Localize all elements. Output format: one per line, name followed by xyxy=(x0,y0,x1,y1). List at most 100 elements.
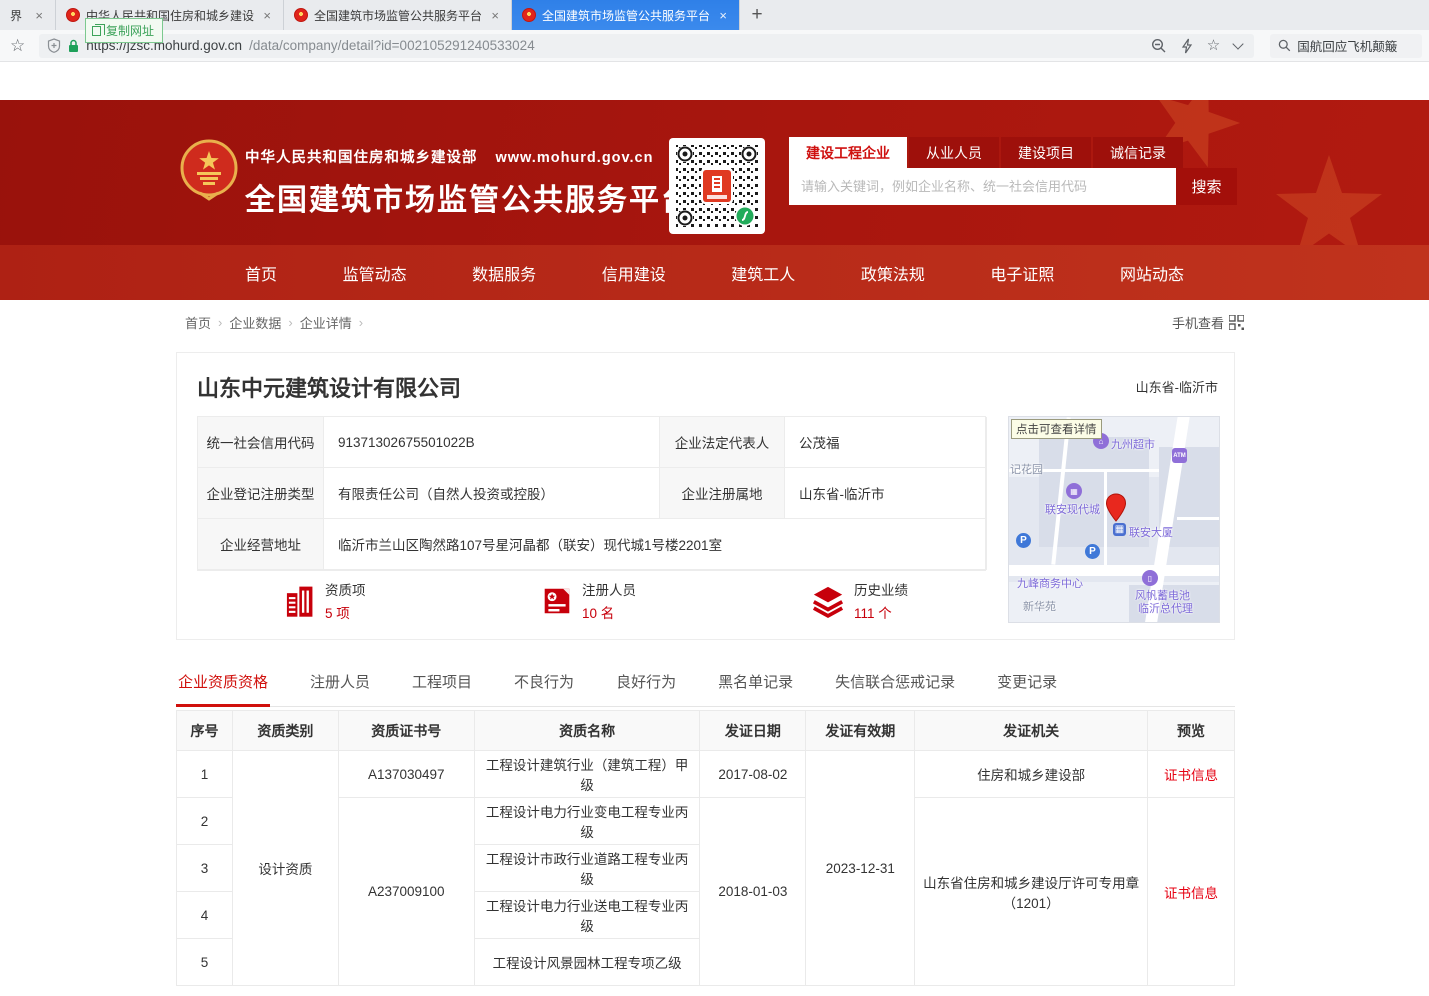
map-label-battery2: 临沂总代理 xyxy=(1138,600,1193,616)
search-category-tabs: 建设工程企业 从业人员 建设项目 诚信记录 xyxy=(789,137,1237,168)
address-bar[interactable]: https://jzsc.mohurd.gov.cn/data/company/… xyxy=(39,34,1254,58)
browser-toolbar: ☆ https://jzsc.mohurd.gov.cn/data/compan… xyxy=(0,30,1429,62)
site-brand: 中华人民共和国住房和城乡建设部www.mohurd.gov.cn 全国建筑市场监… xyxy=(245,146,693,219)
tower-poi-icon: ▦ xyxy=(1113,523,1126,536)
search-tab-personnel[interactable]: 从业人员 xyxy=(909,137,999,168)
nav-item-data[interactable]: 数据服务 xyxy=(472,261,536,285)
ministry-website: www.mohurd.gov.cn xyxy=(496,150,654,166)
address-value: 临沂市兰山区陶然路107号星河晶都（联安）现代城1号楼2201室 xyxy=(324,519,987,570)
map-label-supermarket: 九州超市 xyxy=(1111,436,1155,452)
quick-search-box[interactable]: 国航回应飞机颠簸 xyxy=(1270,34,1422,58)
nav-item-license[interactable]: 电子证照 xyxy=(990,261,1054,285)
col-header: 资质名称 xyxy=(474,711,700,751)
close-icon[interactable]: × xyxy=(261,8,273,23)
battery-poi-icon: ▯ xyxy=(1142,570,1158,586)
col-header: 资质类别 xyxy=(232,711,338,751)
nav-item-policy[interactable]: 政策法规 xyxy=(861,261,925,285)
browser-tab-bar: 界 × 中华人民共和国住房和城乡建设 × 全国建筑市场监管公共服务平台 × 全国… xyxy=(0,0,1429,30)
search-icon xyxy=(1278,39,1291,52)
parking-icon: P xyxy=(1016,533,1031,548)
new-tab-button[interactable]: + xyxy=(740,0,774,30)
zoom-out-icon[interactable] xyxy=(1151,38,1167,54)
breadcrumb: 首页› 企业数据› 企业详情› 手机查看 xyxy=(185,313,1244,332)
col-header: 资质证书号 xyxy=(338,711,474,751)
category-cell: 设计资质 xyxy=(232,751,338,986)
emblem-favicon-icon xyxy=(522,8,536,22)
field-label: 统一社会信用代码 xyxy=(198,417,324,468)
address-bar-actions: ☆ xyxy=(1151,38,1246,54)
bookmark-star-icon[interactable]: ☆ xyxy=(10,36,25,56)
nav-item-workers[interactable]: 建筑工人 xyxy=(731,261,795,285)
search-tab-credit[interactable]: 诚信记录 xyxy=(1093,137,1183,168)
tab-good-behavior[interactable]: 良好行为 xyxy=(614,665,678,706)
nav-item-news[interactable]: 网站动态 xyxy=(1120,261,1184,285)
stat-qualifications[interactable]: 资质项 5 项 xyxy=(284,579,366,622)
copy-url-tooltip: 复制网址 xyxy=(85,18,163,43)
breadcrumb-detail[interactable]: 企业详情 xyxy=(300,313,352,332)
platform-title: 全国建筑市场监管公共服务平台 xyxy=(245,175,693,219)
close-icon[interactable]: × xyxy=(489,8,501,23)
stat-history-performance[interactable]: 历史业绩 111 个 xyxy=(811,579,908,622)
search-tab-enterprise[interactable]: 建设工程企业 xyxy=(789,137,907,168)
mobile-view-label: 手机查看 xyxy=(1172,313,1224,332)
col-header: 序号 xyxy=(177,711,233,751)
company-card: 山东中元建筑设计有限公司 山东省-临沂市 统一社会信用代码 9137130267… xyxy=(176,352,1235,640)
tab-change-records[interactable]: 变更记录 xyxy=(995,665,1059,706)
search-input[interactable] xyxy=(789,168,1176,205)
layers-stat-icon xyxy=(811,584,845,618)
certificate-info-link[interactable]: 证书信息 xyxy=(1148,798,1235,986)
authority-cell: 住房和城乡建设部 xyxy=(915,751,1148,798)
parking-icon: P xyxy=(1085,544,1100,559)
breadcrumb-home[interactable]: 首页 xyxy=(185,313,211,332)
flag-star-decoration xyxy=(1269,150,1389,245)
issue-date-cell: 2017-08-02 xyxy=(700,751,806,798)
mobile-view[interactable]: 手机查看 xyxy=(1172,313,1244,332)
search-button[interactable]: 搜索 xyxy=(1176,168,1237,205)
close-icon[interactable]: × xyxy=(33,8,45,23)
breadcrumb-data[interactable]: 企业数据 xyxy=(229,313,281,332)
seq-cell: 5 xyxy=(177,939,233,986)
stat-value: 111 个 xyxy=(854,602,908,622)
cert-no-cell: A237009100 xyxy=(338,798,474,986)
qual-name-cell: 工程设计风景园林工程专项乙级 xyxy=(474,939,700,986)
location-map[interactable]: 点击可查看详情 ⌂ 九州超市 ATM 记花园 ▦ 联安现代城 ▦ 联安大厦 P … xyxy=(1008,416,1220,623)
tab-title: 全国建筑市场监管公共服务平台 xyxy=(542,7,711,24)
reg-region-value: 山东省-临沂市 xyxy=(785,468,987,519)
field-label: 企业注册属地 xyxy=(660,468,785,519)
tab-bad-behavior[interactable]: 不良行为 xyxy=(512,665,576,706)
map-label-xinhua: 新华苑 xyxy=(1023,598,1056,614)
tab-dishonesty[interactable]: 失信联合惩戒记录 xyxy=(833,665,957,706)
tab-blacklist[interactable]: 黑名单记录 xyxy=(716,665,795,706)
chevron-down-icon[interactable] xyxy=(1233,38,1244,49)
national-emblem-icon xyxy=(180,139,238,201)
certificate-stat-icon xyxy=(541,585,573,617)
tab-qualifications[interactable]: 企业资质资格 xyxy=(176,665,270,707)
stat-value: 10 名 xyxy=(582,602,636,622)
certificate-info-link[interactable]: 证书信息 xyxy=(1148,751,1235,798)
qual-name-cell: 工程设计电力行业变电工程专业丙级 xyxy=(474,798,700,845)
qual-name-cell: 工程设计电力行业送电工程专业丙级 xyxy=(474,892,700,939)
field-label: 企业登记注册类型 xyxy=(198,468,324,519)
tab-projects[interactable]: 工程项目 xyxy=(410,665,474,706)
lightning-icon[interactable] xyxy=(1181,38,1193,54)
nav-item-credit[interactable]: 信用建设 xyxy=(602,261,666,285)
browser-tab-2[interactable]: 全国建筑市场监管公共服务平台 × xyxy=(284,0,512,30)
shield-icon[interactable] xyxy=(47,38,61,53)
nav-item-home[interactable]: 首页 xyxy=(245,261,277,285)
favorite-star-icon[interactable]: ☆ xyxy=(1207,38,1220,53)
quick-search-text[interactable]: 国航回应飞机颠簸 xyxy=(1297,36,1397,55)
browser-tab-active[interactable]: 全国建筑市场监管公共服务平台 × xyxy=(512,0,740,30)
col-header: 预览 xyxy=(1148,711,1235,751)
url-path[interactable]: /data/company/detail?id=0021052912405330… xyxy=(249,38,535,53)
map-label-lianan-tower: 联安大厦 xyxy=(1129,524,1173,540)
cert-no-cell: A137030497 xyxy=(338,751,474,798)
nav-item-supervision[interactable]: 监管动态 xyxy=(343,261,407,285)
search-tab-project[interactable]: 建设项目 xyxy=(1001,137,1091,168)
close-icon[interactable]: × xyxy=(717,8,729,23)
seq-cell: 4 xyxy=(177,892,233,939)
browser-tab-0[interactable]: 界 × xyxy=(0,0,56,30)
tab-registered-personnel[interactable]: 注册人员 xyxy=(308,665,372,706)
stat-registered-personnel[interactable]: 注册人员 10 名 xyxy=(541,579,636,622)
company-info-table: 统一社会信用代码 91371302675501022B 企业法定代表人 公茂福 … xyxy=(197,416,986,571)
main-nav: 首页 监管动态 数据服务 信用建设 建筑工人 政策法规 电子证照 网站动态 xyxy=(0,245,1429,300)
